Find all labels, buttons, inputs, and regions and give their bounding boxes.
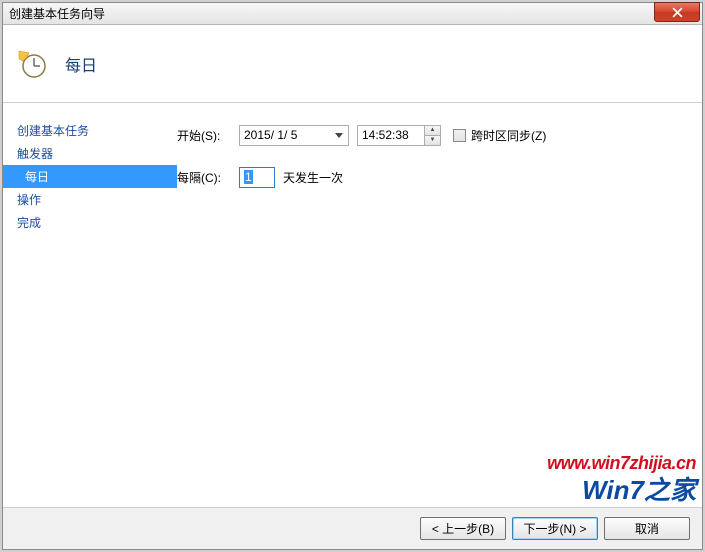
- start-date-value: 2015/ 1/ 5: [244, 128, 297, 142]
- footer: < 上一步(B) 下一步(N) > 取消: [3, 507, 702, 549]
- chevron-down-icon: [335, 133, 343, 138]
- cancel-button[interactable]: 取消: [604, 517, 690, 540]
- header: 每日: [3, 25, 702, 103]
- time-spinner: ▲ ▼: [424, 126, 440, 145]
- start-time-input[interactable]: 14:52:38 ▲ ▼: [357, 125, 441, 146]
- spin-down-button[interactable]: ▼: [425, 136, 440, 145]
- start-time-value: 14:52:38: [362, 128, 409, 142]
- date-dropdown-button[interactable]: [331, 128, 346, 143]
- sidebar-item-3[interactable]: 操作: [3, 188, 177, 211]
- sidebar-item-2[interactable]: 每日: [3, 165, 177, 188]
- recur-interval-input[interactable]: 1: [239, 167, 275, 188]
- recur-row: 每隔(C): 1 天发生一次: [177, 165, 702, 189]
- clock-new-icon: [17, 49, 47, 79]
- content-area: 每日 创建基本任务触发器每日操作完成 开始(S): 2015/ 1/ 5 14:…: [3, 25, 702, 549]
- start-label: 开始(S):: [177, 127, 239, 144]
- sync-timezone-label: 跨时区同步(Z): [471, 127, 546, 144]
- sidebar-item-4[interactable]: 完成: [3, 211, 177, 234]
- recur-suffix: 天发生一次: [283, 169, 343, 186]
- close-icon: [672, 7, 683, 18]
- sidebar-item-1[interactable]: 触发器: [3, 142, 177, 165]
- sidebar-item-0[interactable]: 创建基本任务: [3, 119, 177, 142]
- wizard-window: 创建基本任务向导 每日 创建基本任务触发器每日操作完成 开始(S):: [2, 2, 703, 550]
- main-area: 创建基本任务触发器每日操作完成 开始(S): 2015/ 1/ 5 14:52:…: [3, 103, 702, 507]
- start-row: 开始(S): 2015/ 1/ 5 14:52:38 ▲ ▼: [177, 123, 702, 147]
- sidebar: 创建基本任务触发器每日操作完成: [3, 103, 177, 507]
- close-button[interactable]: [654, 2, 700, 22]
- next-button[interactable]: 下一步(N) >: [512, 517, 598, 540]
- start-date-input[interactable]: 2015/ 1/ 5: [239, 125, 349, 146]
- recur-label: 每隔(C):: [177, 169, 239, 186]
- spin-up-button[interactable]: ▲: [425, 126, 440, 136]
- titlebar: 创建基本任务向导: [3, 3, 702, 25]
- sync-timezone-checkbox[interactable]: [453, 129, 466, 142]
- window-title: 创建基本任务向导: [9, 5, 105, 22]
- recur-interval-value: 1: [244, 170, 253, 184]
- back-button[interactable]: < 上一步(B): [420, 517, 506, 540]
- form-area: 开始(S): 2015/ 1/ 5 14:52:38 ▲ ▼: [177, 103, 702, 507]
- page-title: 每日: [65, 52, 97, 76]
